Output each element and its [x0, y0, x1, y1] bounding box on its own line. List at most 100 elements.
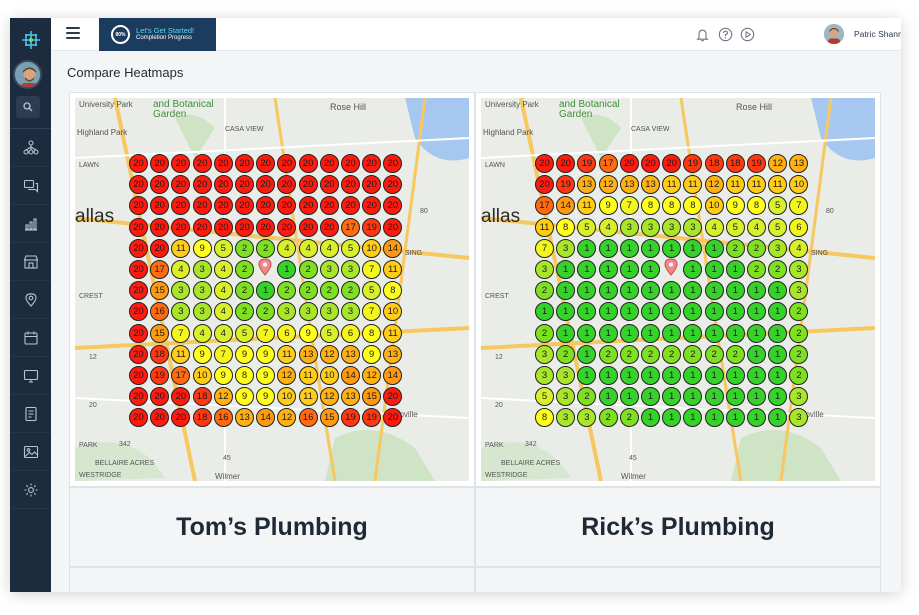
rank-cell[interactable]: 2 [298, 281, 318, 301]
rank-cell[interactable]: 1 [619, 323, 639, 343]
rank-cell[interactable]: 15 [150, 323, 170, 343]
bell-icon[interactable] [695, 27, 710, 42]
sidebar-item-network[interactable] [10, 129, 51, 167]
rank-cell[interactable]: 18 [150, 344, 170, 364]
rank-cell[interactable]: 20 [129, 366, 148, 385]
rank-cell[interactable]: 1 [704, 323, 724, 343]
rank-cell[interactable]: 5 [768, 217, 788, 237]
rank-cell[interactable]: 20 [319, 217, 339, 237]
rank-cell[interactable]: 4 [747, 217, 766, 237]
rank-cell[interactable]: 6 [789, 217, 809, 237]
rank-cell[interactable]: 2 [535, 323, 554, 343]
rank-cell[interactable]: 20 [277, 217, 297, 237]
rank-cell[interactable]: 5 [577, 217, 597, 237]
rank-cell[interactable]: 12 [319, 344, 339, 364]
menu-toggle-icon[interactable] [66, 27, 80, 41]
user-menu[interactable]: Patric Shannon ▼ [854, 29, 901, 39]
rank-cell[interactable]: 5 [725, 217, 745, 237]
rank-cell[interactable]: 20 [213, 217, 233, 237]
location-pin-icon[interactable] [664, 258, 678, 276]
rank-cell[interactable]: 5 [319, 323, 339, 343]
sidebar-item-image[interactable] [10, 433, 51, 471]
rank-cell[interactable]: 20 [129, 217, 148, 237]
rank-cell[interactable]: 6 [341, 323, 360, 343]
rank-cell[interactable]: 20 [298, 217, 318, 237]
rank-cell[interactable]: 20 [256, 217, 276, 237]
rank-cell[interactable]: 4 [213, 260, 233, 279]
rank-cell[interactable]: 3 [535, 366, 554, 385]
rank-cell[interactable]: 13 [341, 344, 360, 364]
rank-cell[interactable]: 20 [341, 154, 360, 173]
rank-cell[interactable]: 9 [598, 196, 618, 216]
rank-cell[interactable]: 1 [598, 302, 618, 322]
rank-cell[interactable]: 3 [535, 344, 554, 364]
rank-cell[interactable]: 10 [319, 366, 339, 385]
rank-cell[interactable]: 11 [383, 323, 403, 343]
rank-cell[interactable]: 5 [341, 238, 360, 258]
sidebar-item-monitor[interactable] [10, 357, 51, 395]
location-pin-icon[interactable] [258, 258, 272, 276]
rank-cell[interactable]: 2 [556, 344, 576, 364]
rank-cell[interactable]: 3 [768, 238, 788, 258]
brand-logo-icon[interactable] [15, 24, 46, 55]
rank-cell[interactable]: 20 [383, 217, 403, 237]
rank-cell[interactable]: 2 [235, 238, 254, 258]
rank-cell[interactable]: 20 [619, 154, 639, 173]
rank-cell[interactable]: 1 [662, 323, 682, 343]
rank-cell[interactable]: 1 [598, 238, 618, 258]
rank-cell[interactable]: 20 [129, 344, 148, 364]
rank-cell[interactable]: 20 [213, 154, 233, 173]
rank-cell[interactable]: 3 [192, 281, 212, 301]
rank-cell[interactable]: 10 [192, 366, 212, 385]
rank-cell[interactable]: 2 [641, 344, 660, 364]
rank-cell[interactable]: 2 [235, 260, 254, 279]
rank-cell[interactable]: 3 [662, 217, 682, 237]
rank-cell[interactable]: 16 [298, 408, 318, 428]
rank-cell[interactable]: 20 [319, 175, 339, 195]
rank-cell[interactable]: 20 [129, 323, 148, 343]
rank-cell[interactable]: 1 [556, 323, 576, 343]
rank-cell[interactable]: 9 [362, 344, 382, 364]
rank-cell[interactable]: 20 [150, 238, 170, 258]
rank-cell[interactable]: 9 [235, 344, 254, 364]
rank-cell[interactable]: 1 [725, 281, 745, 301]
rank-cell[interactable]: 2 [747, 238, 766, 258]
rank-cell[interactable]: 20 [213, 175, 233, 195]
rank-cell[interactable]: 8 [362, 323, 382, 343]
rank-cell[interactable]: 1 [641, 238, 660, 258]
rank-cell[interactable]: 3 [556, 238, 576, 258]
rank-cell[interactable]: 1 [598, 281, 618, 301]
rank-cell[interactable]: 7 [535, 238, 554, 258]
rank-cell[interactable]: 2 [725, 238, 745, 258]
rank-cell[interactable]: 11 [725, 175, 745, 195]
rank-cell[interactable]: 2 [662, 344, 682, 364]
rank-cell[interactable]: 1 [704, 281, 724, 301]
rank-cell[interactable]: 5 [213, 238, 233, 258]
rank-cell[interactable]: 20 [150, 217, 170, 237]
rank-cell[interactable]: 19 [747, 154, 766, 173]
user-avatar[interactable] [824, 24, 844, 44]
rank-cell[interactable]: 10 [362, 238, 382, 258]
rank-cell[interactable]: 1 [768, 344, 788, 364]
rank-cell[interactable]: 11 [298, 387, 318, 407]
help-icon[interactable] [718, 27, 733, 42]
rank-cell[interactable]: 20 [192, 196, 212, 216]
rank-cell[interactable]: 1 [725, 323, 745, 343]
rank-cell[interactable]: 1 [619, 281, 639, 301]
rank-cell[interactable]: 1 [598, 387, 618, 407]
heatmap-map[interactable]: University Park Highland Park and Botanica… [75, 98, 469, 481]
rank-cell[interactable]: 20 [535, 154, 554, 173]
rank-cell[interactable]: 19 [362, 217, 382, 237]
sidebar-item-map-pin[interactable] [10, 281, 51, 319]
rank-cell[interactable]: 3 [683, 217, 703, 237]
sidebar-item-gear[interactable] [10, 471, 51, 509]
rank-cell[interactable]: 20 [192, 217, 212, 237]
rank-cell[interactable]: 1 [683, 323, 703, 343]
rank-cell[interactable]: 1 [747, 366, 766, 385]
rank-cell[interactable]: 20 [129, 260, 148, 279]
rank-cell[interactable]: 1 [747, 323, 766, 343]
rank-cell[interactable]: 20 [192, 175, 212, 195]
sidebar-search-button[interactable] [16, 96, 40, 118]
rank-cell[interactable]: 3 [192, 260, 212, 279]
rank-cell[interactable]: 1 [704, 387, 724, 407]
